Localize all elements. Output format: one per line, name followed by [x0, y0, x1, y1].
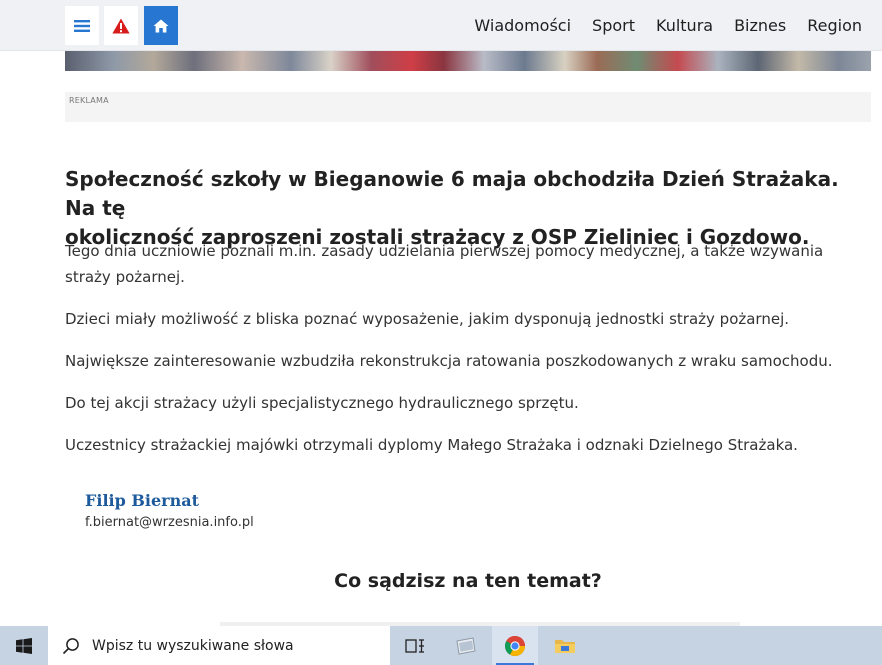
alert-button[interactable] [104, 6, 138, 45]
windows-logo-icon [16, 637, 32, 654]
nav-link-kultura[interactable]: Kultura [656, 16, 713, 35]
windows-taskbar: Wpisz tu wyszukiwane słowa [0, 626, 882, 665]
hamburger-icon [74, 19, 90, 32]
nav-link-wiadomosci[interactable]: Wiadomości [474, 16, 571, 35]
author-email[interactable]: f.biernat@wrzesnia.info.pl [85, 515, 254, 530]
article-photo [65, 51, 871, 71]
task-view-icon [405, 638, 424, 653]
menu-button[interactable] [65, 6, 99, 45]
home-icon [153, 19, 169, 32]
nav-link-sport[interactable]: Sport [592, 16, 635, 35]
main-nav: Wiadomości Sport Kultura Biznes Region [474, 0, 862, 51]
chrome-icon [505, 635, 525, 656]
author-name[interactable]: Filip Biernat [85, 491, 254, 510]
taskbar-search-box[interactable]: Wpisz tu wyszukiwane słowa [48, 626, 390, 665]
task-view-button[interactable] [392, 626, 438, 665]
home-button[interactable] [144, 6, 178, 45]
article-body: Tego dnia uczniowie poznali m.in. zasady… [65, 238, 871, 474]
file-explorer-button[interactable] [542, 626, 588, 665]
start-button[interactable] [0, 626, 48, 665]
search-placeholder: Wpisz tu wyszukiwane słowa [92, 637, 294, 654]
search-icon [62, 637, 79, 654]
folder-icon [555, 639, 575, 653]
top-navigation-bar: Wiadomości Sport Kultura Biznes Region [0, 0, 882, 51]
paragraph: Do tej akcji strażacy użyli specjalistyc… [65, 394, 579, 412]
warning-icon [112, 18, 130, 33]
nav-link-biznes[interactable]: Biznes [734, 16, 786, 35]
chrome-taskbar-button[interactable] [492, 626, 538, 665]
taskbar-app-button[interactable] [443, 626, 489, 665]
author-box: Filip Biernat f.biernat@wrzesnia.info.pl [85, 491, 254, 530]
paragraph: Tego dnia uczniowie poznali m.in. zasady… [65, 242, 824, 286]
paragraph: Uczestnicy strażackiej majówki otrzymali… [65, 436, 798, 454]
ad-label: REKLAMA [69, 96, 109, 105]
comments-heading: Co sądzisz na ten temat? [334, 570, 602, 592]
lead-line-1: Społeczność szkoły w Bieganowie 6 maja o… [65, 167, 839, 220]
paragraph: Największe zainteresowanie wzbudziła rek… [65, 352, 833, 370]
nav-link-region[interactable]: Region [807, 16, 862, 35]
app-window-icon [456, 636, 476, 655]
paragraph: Dzieci miały możliwość z bliska poznać w… [65, 310, 790, 328]
advertisement-slot: REKLAMA [65, 92, 871, 122]
